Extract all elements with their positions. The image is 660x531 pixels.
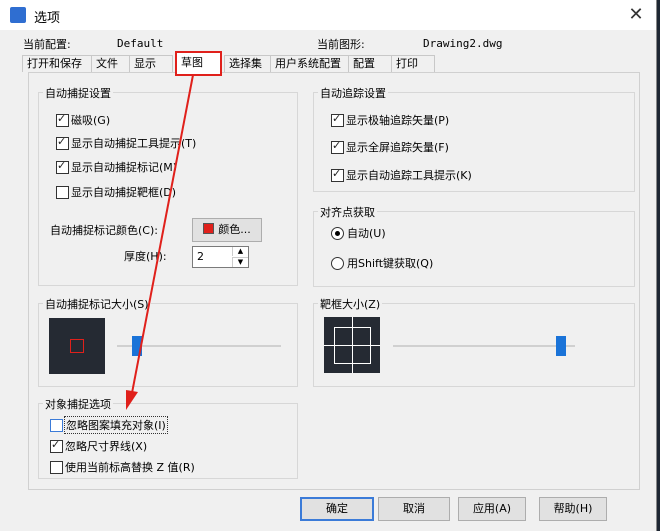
alignment-shift-label: 用Shift键获取(Q): [347, 257, 434, 270]
options-dialog: 选项 ✕ 当前配置: Default 当前图形: Drawing2.dwg 打开…: [0, 0, 657, 531]
thickness-spinner[interactable]: 2 ▲ ▼: [192, 246, 249, 268]
autosnap-aperture-checkbox[interactable]: [56, 186, 69, 199]
marker-color-swatch: [203, 223, 215, 234]
alignment-group: [313, 211, 635, 287]
cancel-button[interactable]: 取消: [378, 497, 450, 521]
alignment-auto-label: 自动(U): [347, 227, 386, 240]
aperture-size-title: 靶框大小(Z): [318, 296, 383, 312]
autotrack-tooltip-checkbox[interactable]: [331, 167, 344, 182]
marker-size-slider-thumb[interactable]: [132, 336, 143, 356]
tab-open-save[interactable]: 打开和保存: [22, 55, 92, 72]
close-icon[interactable]: ✕: [622, 3, 650, 27]
current-profile-value: Default: [117, 37, 164, 50]
aperture-box-icon: [334, 327, 371, 364]
ignore-hatch-checkbox[interactable]: [50, 419, 63, 432]
color-button-label: 颜色...: [218, 223, 251, 236]
color-button[interactable]: 颜色...: [192, 218, 262, 242]
aperture-preview: [324, 317, 380, 373]
marker-square-icon: [70, 339, 84, 353]
replace-z-checkbox[interactable]: [50, 461, 63, 474]
magnet-label: 磁吸(G): [71, 114, 111, 127]
ok-button[interactable]: 确定: [300, 497, 374, 521]
autosnap-tooltip-label: 显示自动捕捉工具提示(T): [71, 137, 197, 150]
spin-down-icon[interactable]: ▼: [232, 257, 248, 267]
tab-user-preferences[interactable]: 用户系统配置: [270, 55, 352, 72]
autotrack-tooltip-label: 显示自动追踪工具提示(K): [346, 169, 472, 182]
ignore-dimension-label: 忽略尺寸界线(X): [65, 440, 148, 453]
ignore-hatch-label: 忽略图案填充对象(I): [64, 416, 168, 434]
tab-plot[interactable]: 打印: [391, 55, 435, 72]
polar-vector-checkbox[interactable]: [331, 112, 344, 127]
alignment-auto-radio[interactable]: [331, 227, 344, 240]
window-title: 选项: [34, 11, 61, 26]
autosnap-tooltip-checkbox[interactable]: [56, 135, 69, 150]
aperture-size-slider-track[interactable]: [393, 345, 575, 347]
current-drawing-label: 当前图形:: [317, 38, 365, 51]
app-icon: [10, 7, 26, 23]
tab-profiles[interactable]: 配置: [348, 55, 392, 72]
tab-drafting[interactable]: 草图: [175, 51, 222, 76]
marker-color-label: 自动捕捉标记颜色(C):: [50, 224, 158, 237]
autosnap-title: 自动捕捉设置: [43, 85, 113, 101]
autosnap-marker-checkbox[interactable]: [56, 159, 69, 174]
fullscreen-vector-checkbox[interactable]: [331, 139, 344, 154]
tab-display[interactable]: 显示: [129, 55, 173, 72]
apply-button[interactable]: 应用(A): [458, 497, 526, 521]
object-snap-title: 对象捕捉选项: [43, 396, 113, 412]
autosnap-marker-label: 显示自动捕捉标记(M): [71, 161, 178, 174]
current-profile-label: 当前配置:: [23, 38, 71, 51]
fullscreen-vector-label: 显示全屏追踪矢量(F): [346, 141, 449, 154]
aperture-size-slider-thumb[interactable]: [556, 336, 567, 356]
autosnap-aperture-label: 显示自动捕捉靶框(D): [71, 186, 177, 199]
ignore-dimension-checkbox[interactable]: [50, 438, 63, 453]
polar-vector-label: 显示极轴追踪矢量(P): [346, 114, 450, 127]
help-button[interactable]: 帮助(H): [539, 497, 607, 521]
marker-preview: [49, 318, 105, 374]
tab-selection[interactable]: 选择集: [224, 55, 272, 72]
replace-z-label: 使用当前标高替换 Z 值(R): [65, 461, 195, 474]
current-drawing-value: Drawing2.dwg: [423, 37, 503, 50]
marker-size-title: 自动捕捉标记大小(S): [43, 296, 151, 312]
thickness-label: 厚度(H):: [124, 250, 167, 263]
magnet-checkbox[interactable]: [56, 112, 69, 127]
alignment-title: 对齐点获取: [318, 204, 377, 220]
tab-files[interactable]: 文件: [91, 55, 131, 72]
alignment-shift-radio[interactable]: [331, 257, 344, 270]
spin-up-icon[interactable]: ▲: [232, 247, 248, 256]
autotrack-title: 自动追踪设置: [318, 85, 388, 101]
thickness-value: 2: [197, 250, 204, 263]
title-bar: 选项 ✕: [0, 0, 656, 30]
